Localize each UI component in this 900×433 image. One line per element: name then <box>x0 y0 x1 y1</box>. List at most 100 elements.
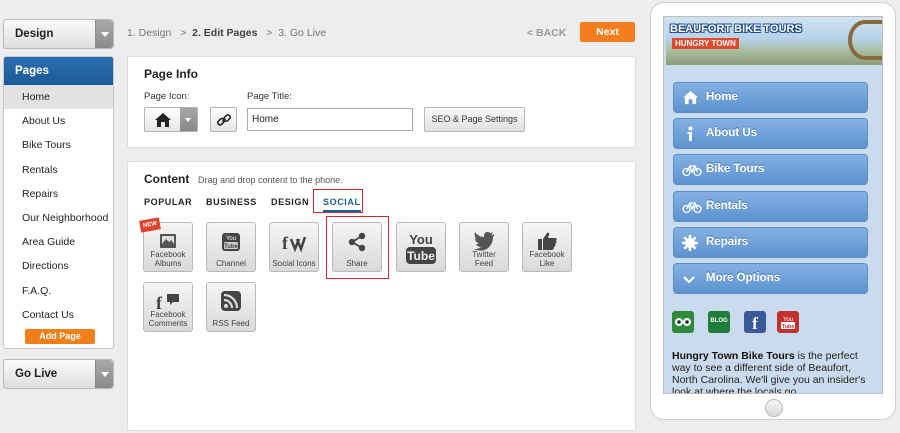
thumbs-up-icon <box>538 232 557 250</box>
tripadvisor-icon[interactable] <box>672 311 694 333</box>
facebook-albums-icon <box>160 234 176 248</box>
tile-label: Facebook Comments <box>148 310 188 328</box>
twitter-feed-tile[interactable]: Twitter Feed <box>459 222 509 272</box>
twitter-icon <box>474 232 494 251</box>
youtube-channel-icon: You Tube <box>222 233 240 251</box>
rss-icon <box>221 291 241 311</box>
gear-icon <box>682 235 698 251</box>
step-go-live[interactable]: 3. Go Live <box>278 27 326 39</box>
svg-text:Tube: Tube <box>224 244 239 250</box>
tile-label: Share <box>346 259 368 268</box>
svg-text:Tube: Tube <box>782 324 795 330</box>
svg-text:Tube: Tube <box>407 249 435 263</box>
sidebar-page-item[interactable]: About Us <box>4 109 113 133</box>
page-title-input[interactable] <box>247 108 413 131</box>
svg-text:f: f <box>156 293 163 311</box>
social-icons-icon: f <box>282 233 307 253</box>
tile-label: Facebook Albums <box>150 250 186 268</box>
phone-nav-about[interactable]: About Us <box>673 118 868 149</box>
intro-bold: Hungry Town Bike Tours <box>672 350 795 362</box>
phone-nav-more-options[interactable]: More Options <box>673 263 868 294</box>
phone-nav-rentals[interactable]: Rentals <box>673 191 868 222</box>
sidebar-page-item[interactable]: F.A.Q. <box>4 279 113 303</box>
phone-nav-label: More Options <box>706 272 781 284</box>
phone-nav-repairs[interactable]: Repairs <box>673 227 868 258</box>
tile-label: Social Icons <box>272 259 316 268</box>
phone-nav-label: Home <box>706 91 738 103</box>
sidebar-page-item[interactable]: Repairs <box>4 182 113 206</box>
tile-label: Channel <box>216 259 246 268</box>
share-tile[interactable]: Share <box>332 222 382 272</box>
chevron-down-icon <box>683 276 695 284</box>
tile-label: Facebook Like <box>529 250 565 268</box>
svg-text:f: f <box>282 233 289 253</box>
pages-title: Pages <box>4 57 113 85</box>
next-button[interactable]: Next <box>580 22 635 42</box>
go-live-label: Go Live <box>15 368 58 380</box>
step-edit-pages: 2. Edit Pages <box>192 27 258 39</box>
sidebar-page-item[interactable]: Our Neighborhood <box>4 206 113 230</box>
home-icon <box>155 113 171 127</box>
page-info-panel <box>127 56 636 148</box>
seo-settings-button[interactable]: SEO & Page Settings <box>424 107 525 132</box>
step-design[interactable]: 1. Design <box>127 27 171 39</box>
rss-feed-tile[interactable]: RSS Feed <box>206 282 256 332</box>
link-button[interactable] <box>210 107 237 132</box>
chevron-down-icon[interactable] <box>95 360 113 388</box>
tab-business[interactable]: BUSINESS <box>206 197 257 207</box>
site-banner: BEAUFORT BIKE TOURS HUNGRY TOWN <box>666 17 882 65</box>
facebook-comments-icon: f <box>156 293 179 311</box>
youtube-channel-tile[interactable]: You Tube Channel <box>206 222 256 272</box>
svg-text:You: You <box>226 236 236 242</box>
sidebar-page-item[interactable]: Area Guide <box>4 230 113 254</box>
add-page-button[interactable]: Add Page <box>25 329 95 344</box>
phone-nav-label: About Us <box>706 127 758 139</box>
chevron-down-icon[interactable] <box>180 108 197 131</box>
social-icons-tile[interactable]: f Social Icons <box>269 222 319 272</box>
phone-home-button <box>765 399 783 417</box>
facebook-like-tile[interactable]: Facebook Like <box>522 222 572 272</box>
phone-screen: BEAUFORT BIKE TOURS HUNGRY TOWN Home Abo… <box>663 16 883 394</box>
blog-icon[interactable]: BLOG <box>708 311 730 333</box>
content-hint: Drag and drop content to the phone. <box>198 175 343 185</box>
page-icon-select[interactable] <box>144 107 198 132</box>
svg-text:f: f <box>752 314 758 333</box>
sidebar-page-item[interactable]: Bike Tours <box>4 133 113 157</box>
content-panel <box>127 161 636 431</box>
go-live-dropdown[interactable]: Go Live <box>3 359 114 389</box>
chevron-down-icon[interactable] <box>95 20 113 48</box>
sidebar-page-item[interactable]: Contact Us <box>4 303 113 327</box>
sidebar-page-item[interactable]: Home <box>4 85 113 110</box>
tab-popular[interactable]: POPULAR <box>144 197 192 207</box>
bicycle-icon <box>682 165 702 177</box>
facebook-icon[interactable]: f <box>744 311 766 333</box>
phone-nav-bike-tours[interactable]: Bike Tours <box>673 154 868 185</box>
breadcrumb-separator: > <box>266 27 273 39</box>
facebook-comments-tile[interactable]: f Facebook Comments <box>143 282 193 332</box>
bicycle-icon <box>682 202 702 214</box>
svg-text:You: You <box>409 232 433 247</box>
tab-design[interactable]: DESIGN <box>271 197 309 207</box>
pages-panel: Pages Home About Us Bike Tours Rentals Repai… <box>3 56 114 349</box>
design-dropdown[interactable]: Design <box>3 19 114 49</box>
youtube-icon[interactable]: You Tube <box>777 311 799 333</box>
tile-label: Twitter Feed <box>472 250 496 268</box>
link-icon <box>217 114 231 126</box>
facebook-albums-tile[interactable]: NEW Facebook Albums <box>139 217 193 272</box>
youtube-tile[interactable]: You Tube <box>396 222 446 272</box>
sidebar-page-item[interactable]: Rentals <box>4 158 113 182</box>
intro-paragraph: Hungry Town Bike Tours is the perfect wa… <box>672 350 876 393</box>
tile-label: RSS Feed <box>212 319 250 328</box>
phone-nav-home[interactable]: Home <box>673 82 868 113</box>
home-icon <box>683 90 698 105</box>
breadcrumb: 1. Design > 2. Edit Pages > 3. Go Live <box>127 27 326 39</box>
back-link[interactable]: < BACK <box>527 27 566 39</box>
sidebar-page-item[interactable]: Directions <box>4 254 113 278</box>
banner-title: BEAUFORT BIKE TOURS <box>670 23 802 35</box>
content-title: Content <box>144 172 190 186</box>
phone-nav-label: Rentals <box>706 200 748 212</box>
breadcrumb-separator: > <box>180 27 187 39</box>
banner-subtitle: HUNGRY TOWN <box>672 38 739 49</box>
social-tab-highlight <box>313 189 363 213</box>
phone-nav-label: Repairs <box>706 236 749 248</box>
